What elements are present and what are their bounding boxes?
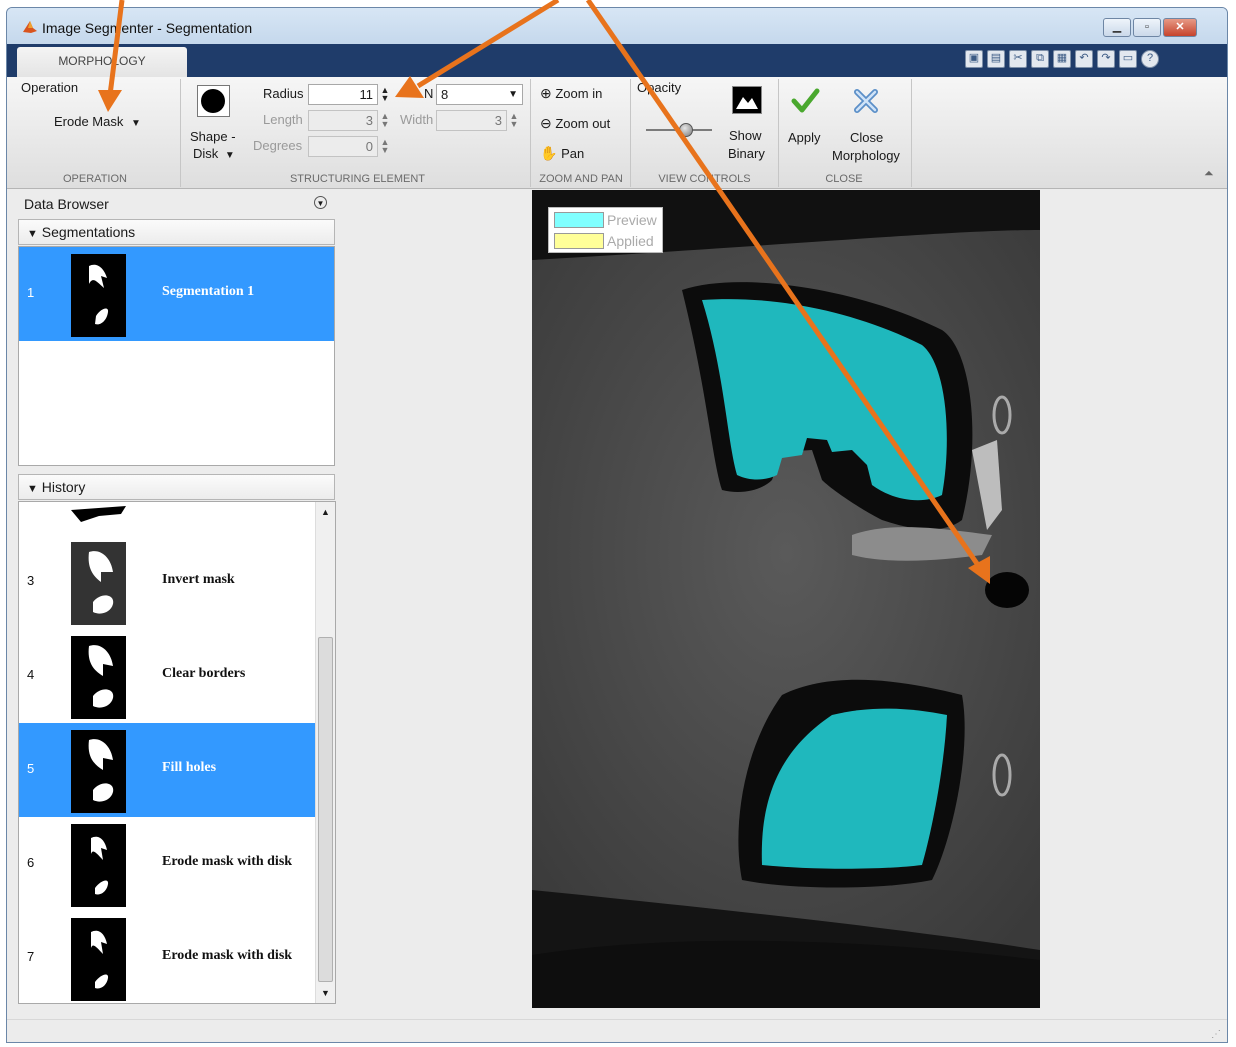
annotation-arrowhead bbox=[968, 556, 990, 584]
annotation-arrow-line bbox=[107, 0, 125, 96]
resize-grip-icon[interactable]: ⋰ bbox=[1211, 1029, 1221, 1040]
annotation-arrows bbox=[98, 0, 990, 584]
annotation-arrow-line bbox=[585, 0, 983, 570]
status-bar: ⋰ bbox=[7, 1019, 1227, 1042]
annotation-arrow-line bbox=[416, 0, 560, 89]
annotation-arrowhead bbox=[98, 90, 122, 112]
